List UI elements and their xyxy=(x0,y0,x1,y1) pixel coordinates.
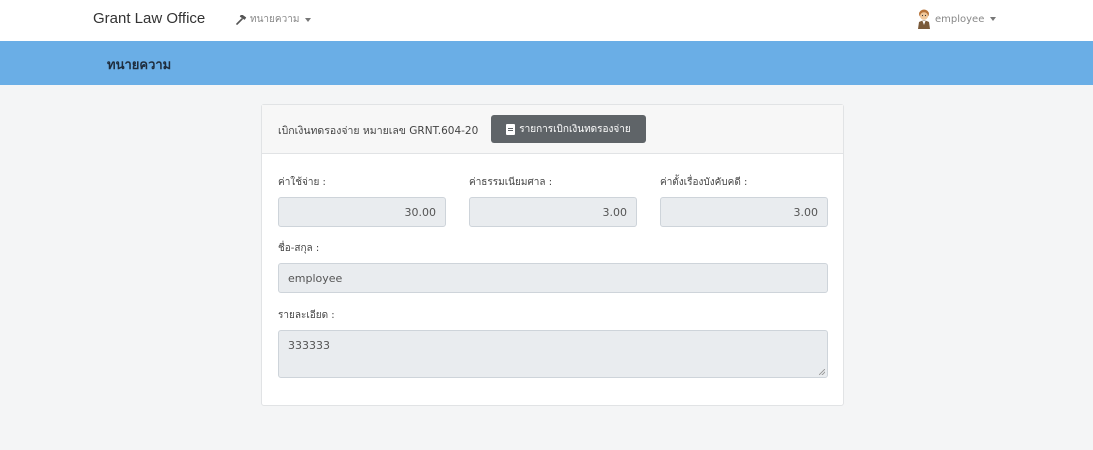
lawyer-menu-dropdown[interactable]: ทนายความ xyxy=(236,12,312,27)
name-field[interactable]: employee xyxy=(278,263,828,293)
court-fee-label: ค่าธรรมเนียมศาล : xyxy=(469,177,553,188)
expense-label: ค่าใช้จ่าย : xyxy=(278,177,326,188)
lawyer-menu-label: ทนายความ xyxy=(250,14,300,25)
enforcement-fee-label: ค่าตั้งเรื่องบังคับคดี : xyxy=(660,177,748,188)
name-value: employee xyxy=(288,271,343,285)
advance-payment-card: เบิกเงินทดรองจ่าย หมายเลข GRNT.604-20 รา… xyxy=(261,104,844,406)
user-menu-label: employee xyxy=(935,13,985,25)
enforcement-fee-field[interactable]: 3.00 xyxy=(660,197,828,227)
enforcement-fee-value: 3.00 xyxy=(793,205,819,219)
top-navbar: Grant Law Office ทนายความ employee xyxy=(0,0,1093,41)
brand-link[interactable]: Grant Law Office xyxy=(93,10,205,27)
court-fee-value: 3.00 xyxy=(602,205,628,219)
court-fee-field[interactable]: 3.00 xyxy=(469,197,637,227)
page-title: ทนายความ xyxy=(107,58,172,73)
card-header-title: เบิกเงินทดรองจ่าย หมายเลข GRNT.604-20 xyxy=(278,125,479,137)
card-header: เบิกเงินทดรองจ่าย หมายเลข GRNT.604-20 รา… xyxy=(262,105,843,154)
document-icon xyxy=(506,123,516,135)
details-label: รายละเอียด : xyxy=(278,310,335,321)
details-textarea[interactable]: 333333 xyxy=(278,330,828,378)
caret-down-icon xyxy=(990,17,997,21)
page-header-band: ทนายความ xyxy=(0,41,1093,85)
gavel-icon xyxy=(236,14,247,25)
name-label: ชื่อ-สกุล : xyxy=(278,243,320,254)
expense-value: 30.00 xyxy=(404,205,437,219)
resize-grip-icon[interactable] xyxy=(819,369,825,375)
caret-down-icon xyxy=(305,17,312,22)
details-value: 333333 xyxy=(288,339,330,352)
user-menu-dropdown[interactable]: employee xyxy=(916,9,997,29)
advance-list-button-label: รายการเบิกเงินทดรองจ่าย xyxy=(519,123,631,135)
advance-list-button[interactable]: รายการเบิกเงินทดรองจ่าย xyxy=(491,115,646,143)
user-avatar-icon xyxy=(918,9,930,29)
expense-field[interactable]: 30.00 xyxy=(278,197,446,227)
